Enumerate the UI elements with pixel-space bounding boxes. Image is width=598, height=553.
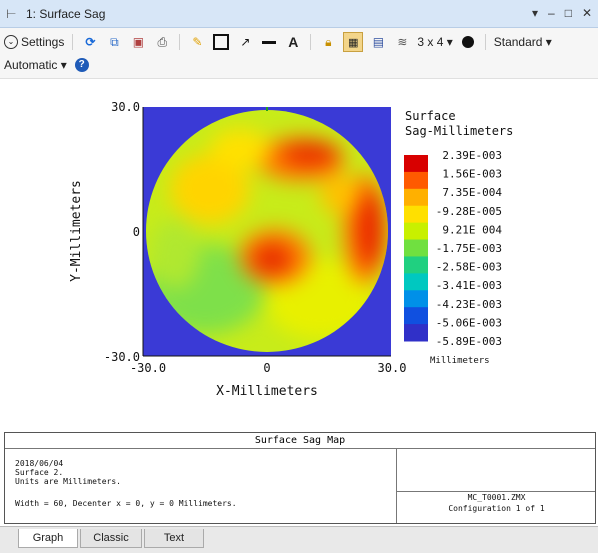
info-divider	[5, 448, 595, 449]
legend-title-line-1: Surface	[405, 109, 456, 123]
y-tick-label: 30.0	[111, 100, 140, 114]
legend-value-label: -5.06E-003	[436, 316, 502, 329]
toolbar: ⌄ Settings ⟳ ⧉ ▣ ⎙ ✎ ↗ A 🔒︎ ▦ ▤ ≋ 3 x 4 …	[0, 28, 598, 79]
legend-labels: 2.39E-003 1.56E-003 7.35E-004 -9.28E-005 9.2…	[436, 149, 503, 348]
sag-disk	[146, 110, 388, 352]
view-tabs: Graph Classic Text	[0, 526, 598, 553]
y-tick-label: 0	[133, 225, 140, 239]
toolbar-separator	[310, 34, 312, 50]
close-icon[interactable]: ✕	[582, 6, 592, 20]
info-panel: Surface Sag Map 2018/06/04 Surface 2. Un…	[4, 432, 596, 524]
grid-layout-dropdown[interactable]: 3 x 4 ▾	[417, 33, 452, 51]
window-title: 1: Surface Sag	[26, 6, 106, 21]
lock-icon[interactable]: 🔒︎	[319, 33, 337, 51]
pencil-icon[interactable]: ✎	[188, 33, 206, 51]
legend-value-label: -5.89E-003	[436, 335, 502, 348]
legend-value-label: 1.56E-003	[442, 168, 502, 181]
maximize-icon[interactable]: □	[565, 6, 572, 20]
color-legend	[404, 155, 428, 342]
stack-icon[interactable]: ≋	[393, 33, 411, 51]
help-icon[interactable]: ?	[73, 56, 91, 74]
legend-value-label: -3.41E-003	[436, 279, 502, 292]
tab-text[interactable]: Text	[144, 529, 204, 548]
window-menu-icon[interactable]: ▾	[532, 6, 538, 20]
toolbar-separator	[72, 34, 74, 50]
legend-color-swatch	[404, 239, 428, 257]
legend-unit-label: Millimeters	[430, 356, 490, 366]
info-surface: Surface 2.	[15, 468, 64, 477]
text-icon[interactable]: A	[284, 33, 302, 51]
legend-value-label: 7.35E-004	[442, 186, 502, 199]
y-axis-label: Y-Millimeters	[69, 180, 84, 282]
settings-label: Settings	[21, 35, 65, 49]
tab-graph[interactable]: Graph	[18, 529, 78, 548]
toolbar-row-2: Automatic ▾ ?	[4, 56, 91, 74]
x-tick-label: 30.0	[378, 361, 407, 375]
plot-area: -30.0 0 30.0 30.0 0 -30.0 X-Millimeters …	[0, 79, 598, 429]
toolbar-row-1: ⌄ Settings ⟳ ⧉ ▣ ⎙ ✎ ↗ A 🔒︎ ▦ ▤ ≋ 3 x 4 …	[4, 32, 552, 52]
legend-value-label: 9.21E 004	[442, 223, 502, 236]
info-title: Surface Sag Map	[254, 435, 346, 446]
legend-color-swatch	[404, 324, 428, 342]
settings-button[interactable]: ⌄ Settings	[4, 33, 64, 51]
legend-color-swatch	[404, 307, 428, 325]
legend-color-swatch	[404, 188, 428, 207]
save-icon[interactable]: ▣	[129, 33, 147, 51]
legend-value-label: 2.39E-003	[442, 149, 502, 162]
info-divider	[396, 491, 595, 492]
y-tick-label: -30.0	[104, 350, 140, 364]
x-tick-label: 0	[263, 361, 270, 375]
x-axis-label: X-Millimeters	[216, 384, 318, 399]
legend-color-swatch	[404, 171, 428, 190]
legend-color-swatch	[404, 205, 428, 224]
arrow-icon[interactable]: ↗	[236, 33, 254, 51]
window-titlebar: ⊢ 1: Surface Sag ▾ – □ ✕	[0, 0, 598, 28]
refresh-icon[interactable]: ⟳	[81, 33, 99, 51]
surface-sag-plot[interactable]: -30.0 0 30.0 30.0 0 -30.0 X-Millimeters …	[0, 79, 598, 429]
window-icon: ⊢	[6, 6, 17, 21]
legend-title-line-2: Sag-Millimeters	[405, 124, 513, 138]
layout-icon[interactable]: ▤	[369, 33, 387, 51]
legend-color-swatch	[404, 290, 428, 308]
rectangle-icon[interactable]	[212, 33, 230, 51]
record-icon[interactable]	[459, 33, 477, 51]
toolbar-separator	[179, 34, 181, 50]
toolbar-separator	[484, 34, 486, 50]
colormap-icon[interactable]: ▦	[343, 32, 364, 52]
info-date: 2018/06/04	[15, 459, 64, 468]
standard-dropdown[interactable]: Standard ▾	[494, 33, 552, 51]
minimize-icon[interactable]: –	[548, 6, 555, 20]
legend-color-swatch	[404, 256, 428, 274]
chevron-circle-icon: ⌄	[4, 35, 18, 49]
info-config: Configuration 1 of 1	[448, 504, 545, 513]
copy-icon[interactable]: ⧉	[105, 33, 123, 51]
line-icon[interactable]	[260, 33, 278, 51]
legend-value-label: -9.28E-005	[436, 205, 502, 218]
legend-value-label: -1.75E-003	[436, 242, 502, 255]
legend-value-label: -2.58E-003	[436, 261, 502, 274]
legend-color-swatch	[404, 222, 428, 241]
tab-classic[interactable]: Classic	[80, 529, 142, 548]
info-width: Width = 60, Decenter x = 0, y = 0 Millim…	[15, 499, 237, 508]
window-controls: ▾ – □ ✕	[532, 6, 592, 20]
legend-color-swatch	[404, 273, 428, 291]
legend-value-label: -4.23E-003	[436, 298, 502, 311]
info-file: MC_T0001.ZMX	[467, 493, 526, 502]
automatic-dropdown[interactable]: Automatic ▾	[4, 56, 67, 74]
print-icon[interactable]: ⎙	[153, 33, 171, 51]
info-units: Units are Millimeters.	[15, 477, 121, 486]
legend-color-swatch	[404, 155, 428, 173]
